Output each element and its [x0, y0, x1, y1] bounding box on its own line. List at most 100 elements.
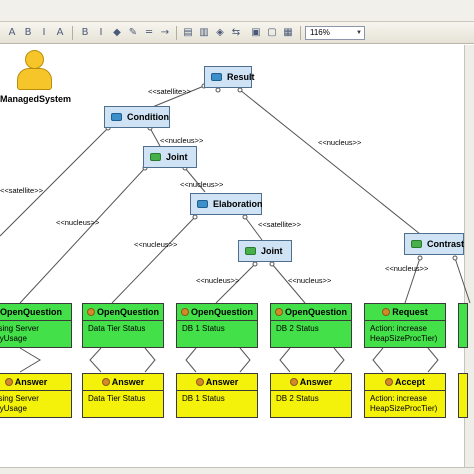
node-body: Data Tier Status — [83, 391, 163, 404]
port-dot — [269, 261, 275, 267]
question-icon — [180, 308, 189, 316]
node-body: DB 2 Status — [271, 321, 351, 334]
port-dot — [242, 214, 248, 220]
node-body: Action: increase HeapSizeProcTier) — [365, 391, 445, 414]
link-2 — [89, 347, 102, 373]
answer-node[interactable]: Answer DB 2 Status — [270, 373, 352, 418]
port-dot — [417, 255, 423, 261]
relation-label: Joint — [261, 246, 283, 256]
port-dot — [252, 261, 258, 267]
edge-label-nucleus: <<nucleus>> — [56, 218, 100, 227]
answer-node[interactable]: Answer Data Tier Status — [82, 373, 164, 418]
accept-icon — [384, 378, 393, 386]
question-icon — [86, 308, 95, 316]
answer-icon — [101, 378, 110, 386]
link-3b — [239, 347, 251, 373]
relation-label: Joint — [166, 152, 188, 162]
node-title: Answer — [14, 377, 48, 387]
relation-condition[interactable]: Condition — [104, 106, 170, 128]
edge-label-satellite: <<satellite>> — [258, 220, 301, 229]
edge-label-satellite: <<satellite>> — [0, 186, 43, 195]
node-title: Request — [392, 307, 428, 317]
node-header: Answer — [83, 374, 163, 391]
node-body: cessing ServermoryUsage — [0, 321, 71, 344]
edge-label-nucleus: <<nucleus>> — [134, 240, 178, 249]
relation-elaboration[interactable]: Elaboration — [190, 193, 263, 215]
open-question-node[interactable]: OpenQuestion cessing ServermoryUsage — [0, 303, 72, 348]
node-title: Answer — [205, 377, 239, 387]
relation-joint-2[interactable]: Joint — [238, 240, 292, 262]
node-title: OpenQuestion — [0, 307, 62, 317]
request-icon — [382, 308, 391, 316]
node-text: Action: increase — [370, 324, 427, 333]
port-dot — [215, 87, 221, 93]
answer-icon — [4, 378, 13, 386]
node-text: DB 2 Status — [276, 394, 319, 403]
link-5b — [427, 347, 439, 373]
actor-icon[interactable] — [14, 50, 54, 90]
relation-label: Result — [227, 72, 255, 82]
edge-label-nucleus: <<nucleus>> — [196, 276, 240, 285]
node-title: Answer — [111, 377, 145, 387]
node-header: Answer — [177, 374, 257, 391]
node-body: DB 2 Status — [271, 391, 351, 404]
port-dot — [192, 214, 198, 220]
accept-node[interactable]: Accept Action: increase HeapSizeProcTier) — [364, 373, 446, 418]
node-header: OpenQuestion — [83, 304, 163, 321]
edge-result-contrast — [239, 89, 421, 235]
answer-icon — [195, 378, 204, 386]
edge-label-nucleus: <<nucleus>> — [318, 138, 362, 147]
relation-label: Condition — [127, 112, 169, 122]
request-node[interactable]: Request Action: increase HeapSizeProcTier… — [364, 303, 446, 348]
node-header: OpenQuestion — [177, 304, 257, 321]
relation-result[interactable]: Result — [204, 66, 255, 88]
link-4b — [333, 347, 345, 373]
node-body: DB 1 Status — [177, 391, 257, 404]
answer-node[interactable]: Answer DB 1 Status — [176, 373, 258, 418]
partial-node[interactable] — [458, 303, 468, 348]
edge-label-nucleus: <<nucleus>> — [288, 276, 332, 285]
node-text: Data Tier Status — [88, 394, 146, 403]
node-text: cessing Server — [0, 394, 39, 403]
node-text: HeapSizeProcTier) — [370, 334, 438, 343]
node-body: cessing ServermoryUsage — [0, 391, 71, 414]
node-text: HeapSizeProcTier) — [370, 404, 438, 413]
question-icon — [274, 308, 283, 316]
node-text: DB 1 Status — [182, 394, 225, 403]
port-dot — [452, 255, 458, 261]
node-body: Data Tier Status — [83, 321, 163, 334]
edge-label-nucleus: <<nucleus>> — [385, 264, 429, 273]
node-title: OpenQuestion — [96, 307, 159, 317]
answer-node[interactable]: Answer cessing ServermoryUsage — [0, 373, 72, 418]
link-5 — [372, 347, 384, 373]
relation-icon — [150, 153, 161, 161]
node-header: Request — [365, 304, 445, 321]
open-question-node[interactable]: OpenQuestion Data Tier Status — [82, 303, 164, 348]
node-text: moryUsage — [0, 334, 27, 343]
open-question-node[interactable]: OpenQuestion DB 2 Status — [270, 303, 352, 348]
edge-condition-joint1 — [149, 127, 161, 147]
node-body: Action: increase HeapSizeProcTier) — [365, 321, 445, 344]
partial-node[interactable] — [458, 373, 468, 418]
node-title: Accept — [394, 377, 425, 387]
node-title: Answer — [299, 377, 333, 387]
node-text: DB 1 Status — [182, 324, 225, 333]
relation-icon — [211, 73, 222, 81]
node-body: DB 1 Status — [177, 321, 257, 334]
link-1 — [19, 347, 41, 373]
node-header: OpenQuestion — [0, 304, 71, 321]
edge-contrast-right — [454, 257, 471, 304]
node-text: moryUsage — [0, 404, 27, 413]
edge-elab-oq2 — [111, 216, 196, 304]
node-title: OpenQuestion — [284, 307, 347, 317]
relation-icon — [411, 240, 422, 248]
answer-icon — [289, 378, 298, 386]
open-question-node[interactable]: OpenQuestion DB 1 Status — [176, 303, 258, 348]
link-3 — [185, 347, 197, 373]
actor-body — [17, 68, 52, 90]
relation-joint-1[interactable]: Joint — [143, 146, 197, 168]
node-text: Data Tier Status — [88, 324, 146, 333]
relation-icon — [111, 113, 122, 121]
relation-icon — [245, 247, 256, 255]
relation-contrast[interactable]: Contrast — [404, 233, 464, 255]
